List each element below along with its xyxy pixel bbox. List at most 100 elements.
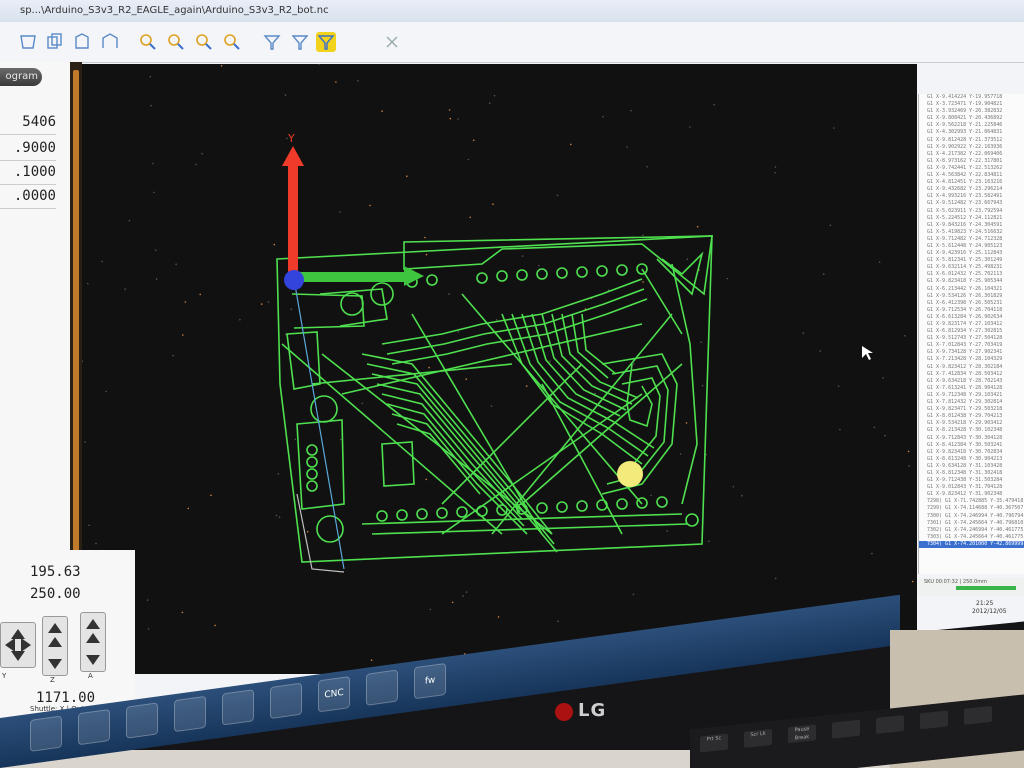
gcode-line[interactable]: G1 X-7.213428 Y-28.104329 <box>919 356 1024 363</box>
dro-value[interactable]: .0000 <box>0 188 56 209</box>
gcode-line[interactable]: G1 X-9.432682 Y-23.296214 <box>919 186 1024 193</box>
gcode-line[interactable]: G1 X-9.712438 Y-31.503284 <box>919 477 1024 484</box>
cnc-icon[interactable]: CNC <box>318 676 350 713</box>
gcode-line[interactable]: G1 X-6.012432 Y-25.702113 <box>919 271 1024 278</box>
gcode-line[interactable]: G1 X-7.812432 Y-29.302814 <box>919 399 1024 406</box>
gcode-line[interactable]: G1 X-9.634218 Y-28.702143 <box>919 378 1024 385</box>
gcode-line[interactable]: G1 X-4.217382 Y-22.069406 <box>919 151 1024 158</box>
gcode-line[interactable]: G1 X-4.812451 Y-23.163216 <box>919 179 1024 186</box>
gcode-line[interactable]: G1 X-5.812341 Y-25.301249 <box>919 257 1024 264</box>
copy-icon[interactable] <box>44 32 64 52</box>
gcode-line[interactable]: G1 X-9.712482 Y-24.712328 <box>919 236 1024 243</box>
gcode-line[interactable]: 7299) G1 X-74.114688 Y-40.367507 <box>919 505 1024 512</box>
gcode-line[interactable]: 7301) G1 X-74.245664 Y-40.796810 <box>919 520 1024 527</box>
dro-value[interactable]: .1000 <box>0 164 56 185</box>
gcode-line[interactable]: G1 X-7.412834 Y-28.503412 <box>919 371 1024 378</box>
gcode-line[interactable]: G1 X-7.012843 Y-27.703419 <box>919 342 1024 349</box>
gcode-line[interactable]: G1 X-9.512743 Y-27.504128 <box>919 335 1024 342</box>
jog-value[interactable]: 195.63 <box>30 564 81 580</box>
gcode-line[interactable]: G1 X-9.512482 Y-23.667943 <box>919 200 1024 207</box>
media-player-icon[interactable] <box>78 708 110 746</box>
ime-icon[interactable] <box>270 682 302 720</box>
clear-icon[interactable] <box>382 32 402 52</box>
gcode-line[interactable]: G1 X-5.023911 Y-23.792594 <box>919 208 1024 215</box>
gcode-line[interactable]: G1 X-9.562218 Y-21.225846 <box>919 122 1024 129</box>
gcode-line[interactable]: G1 X-9.823412 Y-31.902348 <box>919 491 1024 498</box>
jog-value[interactable]: 250.00 <box>30 586 81 602</box>
gcode-line[interactable]: G1 X-9.902922 Y-22.163936 <box>919 144 1024 151</box>
gcode-line[interactable]: G1 X-9.843216 Y-24.304591 <box>919 222 1024 229</box>
gcode-line[interactable]: G1 X-6.812934 Y-27.302815 <box>919 328 1024 335</box>
filter-icon[interactable] <box>262 32 282 52</box>
gcode-line[interactable]: G1 X-8.213428 Y-30.102348 <box>919 427 1024 434</box>
gcode-line[interactable]: G1 X-9.712348 Y-29.103421 <box>919 392 1024 399</box>
gcode-line[interactable]: G1 X-4.302993 Y-21.064831 <box>919 129 1024 136</box>
gcode-line[interactable]: G1 X-9.823174 Y-27.103412 <box>919 321 1024 328</box>
gcode-line[interactable]: G1 X-9.808421 Y-20.436892 <box>919 115 1024 122</box>
gcode-line[interactable]: 7298) G1 X-71.742885 Y-35.479418 <box>919 498 1024 505</box>
jog-a-button[interactable] <box>80 612 106 672</box>
gcode-line[interactable]: G1 X-8.012438 Y-29.704213 <box>919 413 1024 420</box>
gcode-line[interactable]: 7304) G1 X-74.201000 Y-42.869999 <box>919 540 1024 548</box>
jog-value[interactable]: 1171.00 <box>36 690 95 706</box>
cut-icon[interactable] <box>18 32 38 52</box>
gcode-line[interactable]: G1 X-8.812348 Y-31.302418 <box>919 470 1024 477</box>
jog-z-button[interactable] <box>42 616 68 676</box>
gcode-line[interactable]: G1 X-6.213442 Y-26.104321 <box>919 286 1024 293</box>
gcode-line[interactable]: G1 X-9.823412 Y-28.302184 <box>919 364 1024 371</box>
gcode-line[interactable]: G1 X-9.712534 Y-26.704118 <box>919 307 1024 314</box>
gcode-line[interactable]: G1 X-8.613248 Y-30.904213 <box>919 456 1024 463</box>
paste-icon[interactable] <box>72 32 92 52</box>
gcode-line[interactable]: G1 X-6.412398 Y-26.505231 <box>919 300 1024 307</box>
gcode-line[interactable]: G1 X-7.613241 Y-28.904128 <box>919 385 1024 392</box>
gcode-line[interactable]: 7300) G1 X-74.246994 Y-40.796794 <box>919 513 1024 520</box>
dro-value[interactable]: 5406 <box>0 114 56 135</box>
gcode-line[interactable]: G1 X-9.712843 Y-30.304128 <box>919 435 1024 442</box>
zoom-window-icon[interactable] <box>222 32 242 52</box>
zoom-fit-icon[interactable] <box>194 32 214 52</box>
tray-time: 21:25 <box>976 600 994 607</box>
dro-value[interactable]: .9000 <box>0 140 56 161</box>
toolpath-viewport[interactable]: Y <box>82 64 917 674</box>
jog-xy-button[interactable] <box>0 622 36 668</box>
gcode-line[interactable]: G1 X-3.723471 Y-19.904821 <box>919 101 1024 108</box>
gcode-line[interactable]: G1 X-9.012843 Y-31.704128 <box>919 484 1024 491</box>
gcode-line[interactable]: G1 X-9.534218 Y-29.903412 <box>919 420 1024 427</box>
gcode-line[interactable]: G1 X-9.423916 Y-25.112843 <box>919 250 1024 257</box>
program-button[interactable]: ogram <box>0 68 42 86</box>
gcode-line[interactable]: G1 X-8.412384 Y-30.503241 <box>919 442 1024 449</box>
gcode-line[interactable]: G1 X-9.534126 Y-26.301829 <box>919 293 1024 300</box>
gcode-line[interactable]: G1 X-9.823418 Y-30.702834 <box>919 449 1024 456</box>
zoom-in-icon[interactable] <box>138 32 158 52</box>
gcode-line[interactable]: G1 X-9.634128 Y-31.103428 <box>919 463 1024 470</box>
gcode-line[interactable]: G1 X-9.414224 Y-19.957718 <box>919 94 1024 101</box>
gcode-line[interactable]: G1 X-5.224512 Y-24.112821 <box>919 215 1024 222</box>
gcode-line[interactable]: G1 X-9.812428 Y-21.373512 <box>919 137 1024 144</box>
gcode-line[interactable]: G1 X-4.993216 Y-23.582491 <box>919 193 1024 200</box>
folder-icon[interactable] <box>30 715 62 752</box>
gcode-line[interactable]: G1 X-9.823418 Y-25.905344 <box>919 278 1024 285</box>
gcode-line[interactable]: G1 X-3.932469 Y-20.382832 <box>919 108 1024 115</box>
app-icon[interactable] <box>174 695 206 733</box>
gcode-line[interactable]: G1 X-5.612448 Y-24.905123 <box>919 243 1024 250</box>
download-icon[interactable] <box>366 669 398 706</box>
fw-icon[interactable]: fw <box>414 662 446 700</box>
zoom-out-icon[interactable] <box>166 32 186 52</box>
filter-edit-icon[interactable] <box>290 32 310 52</box>
chrome-icon[interactable] <box>126 702 158 739</box>
gcode-line[interactable]: G1 X-9.734128 Y-27.902341 <box>919 349 1024 356</box>
gcode-line[interactable]: G1 X-5.419823 Y-24.516632 <box>919 229 1024 236</box>
gcode-line[interactable]: G1 X-9.823471 Y-29.503218 <box>919 406 1024 413</box>
gcode-line[interactable]: 7302) G1 X-74.246994 Y-40.461775 <box>919 527 1024 534</box>
gcode-line[interactable]: G1 X-9.742441 Y-22.513262 <box>919 165 1024 172</box>
gcode-line[interactable]: G1 X-8.973162 Y-22.317801 <box>919 158 1024 165</box>
filter-active-icon[interactable] <box>316 32 336 52</box>
gcode-line[interactable]: G1 X-6.613284 Y-26.902634 <box>919 314 1024 321</box>
gcode-line[interactable]: G1 X-4.563842 Y-22.834811 <box>919 172 1024 179</box>
gcode-line[interactable]: G1 X-9.632114 Y-25.498231 <box>919 264 1024 271</box>
pcb-traces <box>276 235 713 563</box>
gcode-line[interactable]: 7303) G1 X-74.245664 Y-40.461775 <box>919 534 1024 541</box>
new-icon[interactable] <box>100 32 120 52</box>
paint-icon[interactable] <box>222 689 254 726</box>
gcode-listing[interactable]: G1 X-9.414224 Y-19.957718 G1 X-3.723471 Y… <box>918 94 1024 574</box>
